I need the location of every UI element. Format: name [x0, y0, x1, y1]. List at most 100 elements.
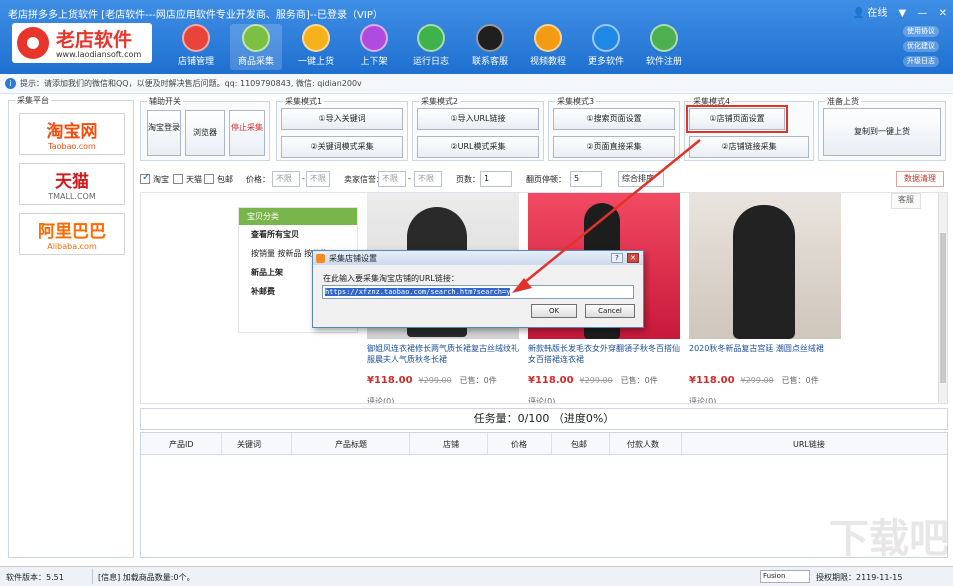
baoyou-checkbox-label: 包邮 — [217, 174, 233, 185]
keyword-collect-button[interactable]: ②关键词模式采集 — [281, 136, 403, 158]
alibaba-sub: Alibaba.com — [20, 242, 124, 251]
toolbar-log[interactable]: 运行日志 — [405, 24, 457, 70]
shop-link-collect-button[interactable]: ②店铺链接采集 — [689, 136, 809, 158]
toolbar-upload[interactable]: 一键上货 — [290, 24, 342, 70]
user-icon — [650, 24, 678, 52]
search-page-settings-button[interactable]: ①搜索页面设置 — [553, 108, 675, 130]
col-shop[interactable]: 店铺 — [443, 439, 459, 450]
dialog-title-bar: 采集店铺设置 ? ✕ — [313, 251, 643, 265]
credit-max-input[interactable]: 不限 — [414, 171, 442, 187]
baoyou-checkbox[interactable] — [204, 174, 214, 184]
interval-spinner[interactable]: 5 — [570, 171, 602, 187]
logo-url: www.laodiansoft.com — [56, 50, 141, 59]
col-keyword[interactable]: 关键词 — [237, 439, 261, 450]
menu-icon[interactable]: ▼ — [899, 8, 907, 19]
cancel-button[interactable]: Cancel — [585, 304, 635, 318]
sort-select[interactable]: 综合排序 — [618, 171, 664, 187]
log-icon — [417, 24, 445, 52]
platform-taobao[interactable]: 淘宝网 Taobao.com — [19, 113, 125, 155]
toolbar-shelf[interactable]: 上下架 — [348, 24, 400, 70]
model-figure — [733, 205, 795, 339]
toolbar-label: 店铺管理 — [178, 57, 214, 67]
toolbar-contact[interactable]: 联系客服 — [464, 24, 516, 70]
platform-alibaba[interactable]: 阿里巴巴 Alibaba.com — [19, 213, 125, 255]
price-label: 价格： — [246, 174, 270, 185]
taobao-sub: Taobao.com — [20, 142, 124, 151]
col-title[interactable]: 产品标题 — [335, 439, 367, 450]
col-buyers[interactable]: 付款人数 — [627, 439, 659, 450]
toolbar-video[interactable]: 视频教程 — [522, 24, 574, 70]
mode2-legend: 采集模式2 — [419, 96, 460, 107]
product-orig-price: ¥299.00 — [419, 376, 452, 385]
suggestion-button[interactable]: 优化建议 — [903, 41, 939, 52]
dialog-close-icon[interactable]: ✕ — [627, 253, 639, 263]
info-icon: i — [5, 78, 16, 89]
product-image[interactable] — [689, 193, 841, 339]
scroll-thumb[interactable] — [940, 233, 946, 383]
platform-tmall[interactable]: 天猫 TMALL.COM — [19, 163, 125, 205]
pages-spinner[interactable]: 1 — [480, 171, 512, 187]
copy-to-upload-button[interactable]: 复制到一键上货 — [823, 108, 941, 156]
customer-service-button[interactable]: 客服 — [891, 193, 921, 209]
license-button[interactable]: 使用协议 — [903, 26, 939, 37]
col-url[interactable]: URL链接 — [793, 439, 825, 450]
col-price[interactable]: 价格 — [511, 439, 527, 450]
vertical-scrollbar[interactable] — [938, 193, 947, 403]
product-sold: 已售：0件 — [621, 376, 658, 385]
toolbar-label: 运行日志 — [413, 57, 449, 67]
shop-page-settings-button[interactable]: ①店铺页面设置 — [689, 108, 785, 130]
info-text: [信息] 加载商品数量:0个。 — [98, 572, 195, 583]
product-reviews: 评论(0) — [528, 396, 680, 404]
product-title[interactable]: 2020秋冬新品复古宫廷 潮圆点丝绒裙 — [689, 343, 841, 365]
changelog-button[interactable]: 升级日志 — [903, 56, 939, 67]
all-items-link[interactable]: 查看所有宝贝 — [239, 225, 357, 244]
import-keywords-button[interactable]: ①导入关键词 — [281, 108, 403, 130]
toolbar-register[interactable]: 软件注册 — [638, 24, 690, 70]
product-title[interactable]: 御姐风连衣裙修长两气质长裙复古丝绒纹礼服晨夫人气质秋冬长裙 — [367, 343, 519, 365]
ready-legend: 准备上货 — [825, 96, 861, 107]
cart-icon — [242, 24, 270, 52]
mode4-group: 采集模式4 ①店铺页面设置 ②店铺链接采集 — [684, 101, 814, 161]
import-url-button[interactable]: ①导入URL链接 — [417, 108, 539, 130]
alibaba-name: 阿里巴巴 — [20, 217, 124, 242]
product-title[interactable]: 新款韩版长发毛衣女外穿翻領子秋冬百搭仙女百搭裙连衣裙 — [528, 343, 680, 365]
tmall-checkbox[interactable] — [173, 174, 183, 184]
credit-min-input[interactable]: 不限 — [378, 171, 406, 187]
col-baoyou[interactable]: 包邮 — [571, 439, 587, 450]
style-select[interactable]: Fusion — [760, 570, 810, 583]
browser-button[interactable]: 浏览器 — [185, 110, 225, 156]
tip-text: 提示：请添加我们的微信和QQ，以便及时解决售后问题。qq: 1109790843… — [20, 78, 362, 89]
close-icon[interactable]: ✕ — [939, 8, 947, 19]
toolbar-label: 软件注册 — [646, 57, 682, 67]
price-max-input[interactable]: 不限 — [306, 171, 330, 187]
col-product-id[interactable]: 产品ID — [169, 439, 194, 450]
page-direct-collect-button[interactable]: ②页面直接采集 — [553, 136, 675, 158]
toolbar-label: 一键上货 — [298, 57, 334, 67]
ok-button[interactable]: OK — [531, 304, 577, 318]
minimize-icon[interactable]: — — [917, 8, 927, 19]
product-card[interactable]: 2020秋冬新品复古宫廷 潮圆点丝绒裙 ¥118.00¥299.00已售：0件 … — [689, 193, 841, 404]
credit-separator: - — [408, 174, 411, 183]
watermark: 下载吧 — [829, 506, 949, 564]
stop-collect-button[interactable]: 停止采集 — [229, 110, 265, 156]
window-title: 老店拼多多上货软件 [老店软件---网店应用软件专业开发商、服务商]--已登录（… — [8, 6, 383, 21]
toolbar-shop-manage[interactable]: 店铺管理 — [170, 24, 222, 70]
url-collect-button[interactable]: ②URL模式采集 — [417, 136, 539, 158]
clear-data-button[interactable]: 数据清理 — [896, 171, 944, 187]
price-min-input[interactable]: 不限 — [272, 171, 300, 187]
toolbar-label: 更多软件 — [588, 57, 624, 67]
shelf-icon — [360, 24, 388, 52]
taobao-login-button[interactable]: 淘宝登录 — [147, 110, 181, 156]
online-status: 在线 — [867, 8, 887, 19]
play-icon — [534, 24, 562, 52]
pages-label: 页数： — [456, 174, 480, 185]
ready-group: 准备上货 复制到一键上货 — [818, 101, 946, 161]
auth-text: 授权期限：2119-11-15 — [816, 572, 903, 583]
toolbar-more[interactable]: 更多软件 — [580, 24, 632, 70]
help-button[interactable]: ? — [611, 253, 623, 263]
tmall-sub: TMALL.COM — [20, 192, 124, 201]
toolbar-collect[interactable]: 商品采集 — [230, 24, 282, 70]
taobao-checkbox[interactable] — [140, 174, 150, 184]
product-orig-price: ¥299.00 — [741, 376, 774, 385]
shop-url-input[interactable]: https://xfznz.taobao.com/search.htm?sear… — [322, 285, 634, 299]
